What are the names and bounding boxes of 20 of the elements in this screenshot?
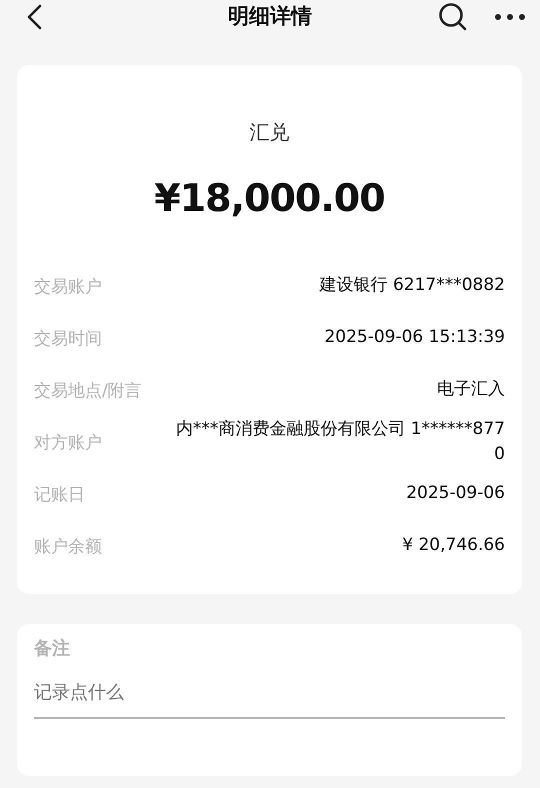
detail-value: 内***商消费金融股份有限公司 1******8770 xyxy=(175,418,505,466)
detail-label: 交易地点/附言 xyxy=(34,380,142,402)
detail-value: ¥ 20,746.66 xyxy=(402,534,505,558)
more-icon[interactable] xyxy=(494,13,526,21)
note-input-field[interactable]: 记录点什么 xyxy=(34,682,505,719)
detail-label: 对方账户 xyxy=(34,432,102,454)
transaction-amount: ¥18,000.00 xyxy=(153,176,386,220)
detail-label: 交易时间 xyxy=(34,328,102,350)
detail-label: 交易账户 xyxy=(34,276,102,298)
page-title: 明细详情 xyxy=(227,3,313,30)
detail-value: 建设银行 6217***0882 xyxy=(320,274,505,298)
detail-label: 账户余额 xyxy=(34,536,102,558)
detail-label: 记账日 xyxy=(34,484,85,506)
detail-value: 2025-09-06 xyxy=(406,482,505,506)
search-icon[interactable] xyxy=(438,2,468,32)
detail-value: 2025-09-06 15:13:39 xyxy=(324,326,505,350)
transaction-type: 汇兑 xyxy=(248,119,290,146)
detail-value: 电子汇入 xyxy=(437,378,505,402)
note-label: 备注 xyxy=(34,637,71,660)
back-icon[interactable] xyxy=(26,4,42,30)
